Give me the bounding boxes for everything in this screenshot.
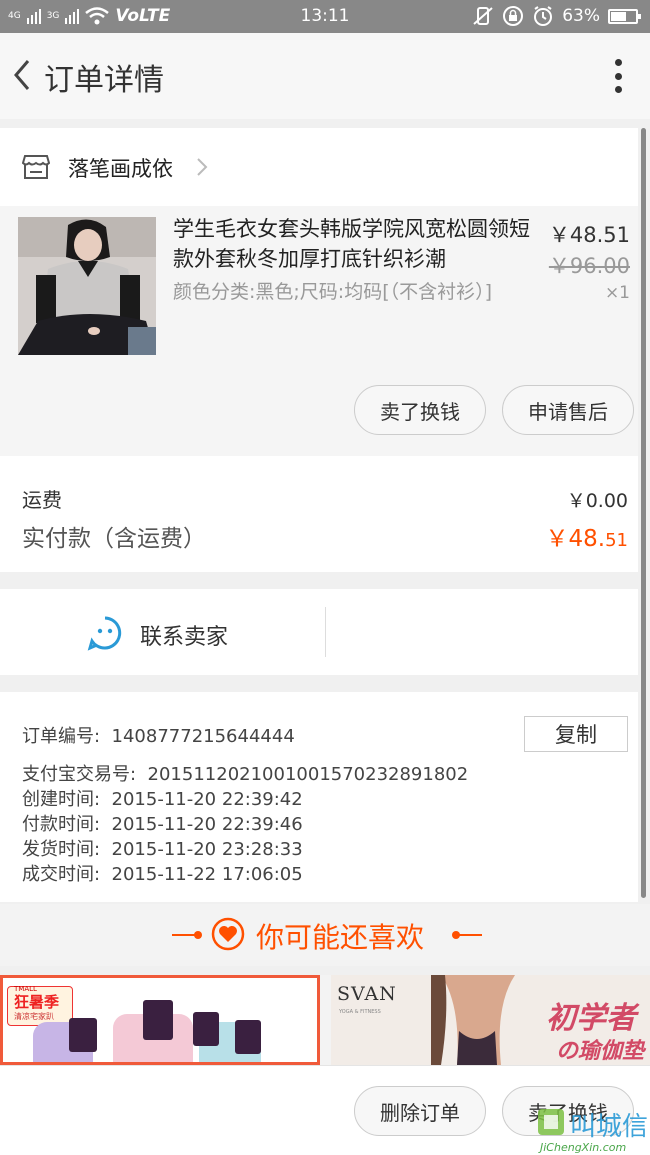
promo-title: 初学者 bbox=[546, 1001, 636, 1036]
alarm-icon bbox=[534, 6, 553, 26]
bottle-cap bbox=[69, 1018, 97, 1052]
shipped-time: 2015-11-20 23:28:33 bbox=[111, 839, 303, 860]
after-sale-button[interactable]: 申请售后 bbox=[502, 385, 634, 435]
product-item[interactable]: 学生毛衣女套头韩版学院风宽松圆领短款外套秋冬加厚打底针织衫潮 颜色分类:黑色;尺… bbox=[0, 206, 638, 456]
order-number-row: 订单编号: 1408777215644444 bbox=[22, 722, 295, 748]
paid-value: ￥48.51 bbox=[546, 519, 628, 553]
completed-row: 成交时间: 2015-11-22 17:06:05 bbox=[22, 860, 303, 886]
chevron-right-icon bbox=[197, 158, 208, 176]
contact-seller-button[interactable]: 联系卖家 bbox=[140, 619, 228, 651]
page-title: 订单详情 bbox=[44, 63, 164, 98]
bottle-cap bbox=[193, 1012, 219, 1046]
rotation-lock-icon bbox=[503, 6, 524, 26]
bottle-cap bbox=[235, 1020, 261, 1054]
paid-row: 付款时间: 2015-11-20 22:39:46 bbox=[22, 810, 303, 836]
divider bbox=[325, 607, 326, 657]
shipped-label: 发货时间: bbox=[22, 839, 101, 860]
created-label: 创建时间: bbox=[22, 789, 101, 810]
watermark-text: 叫城信 bbox=[570, 1112, 649, 1142]
shipping-value: ￥0.00 bbox=[566, 490, 628, 512]
battery-fill bbox=[611, 11, 626, 21]
completed-time: 2015-11-22 17:06:05 bbox=[111, 864, 303, 885]
app-header: 订单详情 bbox=[0, 33, 650, 119]
paid-value-cents: 51 bbox=[605, 530, 628, 551]
product-quantity: ×1 bbox=[604, 283, 630, 303]
paid-time: 2015-11-20 22:39:46 bbox=[111, 814, 303, 835]
badge-title: 狂暑季 bbox=[14, 993, 60, 1011]
battery-percent: 63% bbox=[562, 6, 600, 26]
shipping-label: 运费 bbox=[22, 488, 62, 512]
created-row: 创建时间: 2015-11-20 22:39:42 bbox=[22, 785, 303, 811]
recommend-cards: TMALL 狂暑季 清凉宅家趴 SVAN YOGA & FITNESS 初学者 … bbox=[0, 975, 650, 1065]
heart-icon bbox=[211, 917, 245, 951]
battery-icon bbox=[608, 8, 641, 24]
completed-label: 成交时间: bbox=[22, 864, 101, 885]
product-price: ￥48.51 bbox=[548, 223, 630, 247]
badge-subtitle: 清凉宅家趴 bbox=[14, 1012, 54, 1021]
product-spec: 颜色分类:黑色;尺码:均码[（不含衬衫）] bbox=[173, 281, 493, 303]
recommend-card[interactable]: TMALL 狂暑季 清凉宅家趴 bbox=[0, 975, 320, 1065]
paid-time-label: 付款时间: bbox=[22, 814, 101, 835]
sell-button[interactable]: 卖了换钱 bbox=[354, 385, 486, 435]
paid-value-main: ￥48. bbox=[545, 526, 606, 552]
totals-section: 运费 ￥0.00 实付款（含运费） ￥48.51 bbox=[0, 456, 638, 572]
status-bar: 4G 3G VoLTE 13:11 63% bbox=[0, 0, 650, 33]
divider-dot bbox=[194, 931, 202, 939]
recommend-header: 你可能还喜欢 bbox=[0, 904, 650, 966]
order-info: 订单编号: 1408777215644444 复制 支付宝交易号: 201511… bbox=[0, 692, 638, 902]
product-original-price: ￥96.00 bbox=[548, 254, 630, 278]
vibrate-icon bbox=[473, 7, 493, 25]
shop-row[interactable]: 落笔画成依 bbox=[0, 128, 638, 206]
product-title[interactable]: 学生毛衣女套头韩版学院风宽松圆领短款外套秋冬加厚打底针织衫潮 bbox=[173, 214, 533, 274]
divider bbox=[456, 934, 482, 936]
product-thumbnail[interactable] bbox=[18, 217, 156, 355]
bottle-cap bbox=[143, 1000, 173, 1040]
shipped-row: 发货时间: 2015-11-20 23:28:33 bbox=[22, 835, 303, 861]
product-photo bbox=[18, 217, 156, 355]
promo-subtitle: の瑜伽垫 bbox=[555, 1038, 644, 1064]
paid-label: 实付款（含运费） bbox=[22, 526, 206, 552]
model-photo bbox=[431, 975, 515, 1065]
recommend-card[interactable]: SVAN YOGA & FITNESS 初学者 の瑜伽垫 bbox=[331, 975, 650, 1065]
shop-name[interactable]: 落笔画成依 bbox=[68, 153, 173, 183]
alipay-number: 2015112021001001570232891802 bbox=[147, 764, 469, 785]
scrollbar[interactable] bbox=[641, 128, 646, 898]
order-number-label: 订单编号: bbox=[22, 726, 101, 747]
order-number: 1408777215644444 bbox=[111, 726, 295, 747]
brand-logo: SVAN bbox=[337, 983, 397, 1005]
watermark-logo-icon bbox=[538, 1109, 564, 1135]
recommend-title: 你可能还喜欢 bbox=[256, 921, 425, 954]
copy-button[interactable]: 复制 bbox=[524, 716, 628, 752]
chat-face-icon[interactable] bbox=[87, 615, 123, 651]
created-time: 2015-11-20 22:39:42 bbox=[111, 789, 303, 810]
shop-icon bbox=[22, 155, 50, 179]
contact-bar: 联系卖家 bbox=[0, 589, 638, 675]
alipay-label: 支付宝交易号: bbox=[22, 764, 137, 785]
delete-order-button[interactable]: 删除订单 bbox=[354, 1086, 486, 1136]
alipay-row: 支付宝交易号: 2015112021001001570232891802 bbox=[22, 760, 468, 786]
back-arrow-icon[interactable] bbox=[8, 55, 38, 95]
more-menu-icon[interactable] bbox=[614, 59, 622, 93]
promo-badge: TMALL 狂暑季 清凉宅家趴 bbox=[7, 985, 73, 1026]
brand-subtitle: YOGA & FITNESS bbox=[339, 1009, 381, 1015]
watermark-url: JiChengXin.com bbox=[540, 1141, 627, 1154]
